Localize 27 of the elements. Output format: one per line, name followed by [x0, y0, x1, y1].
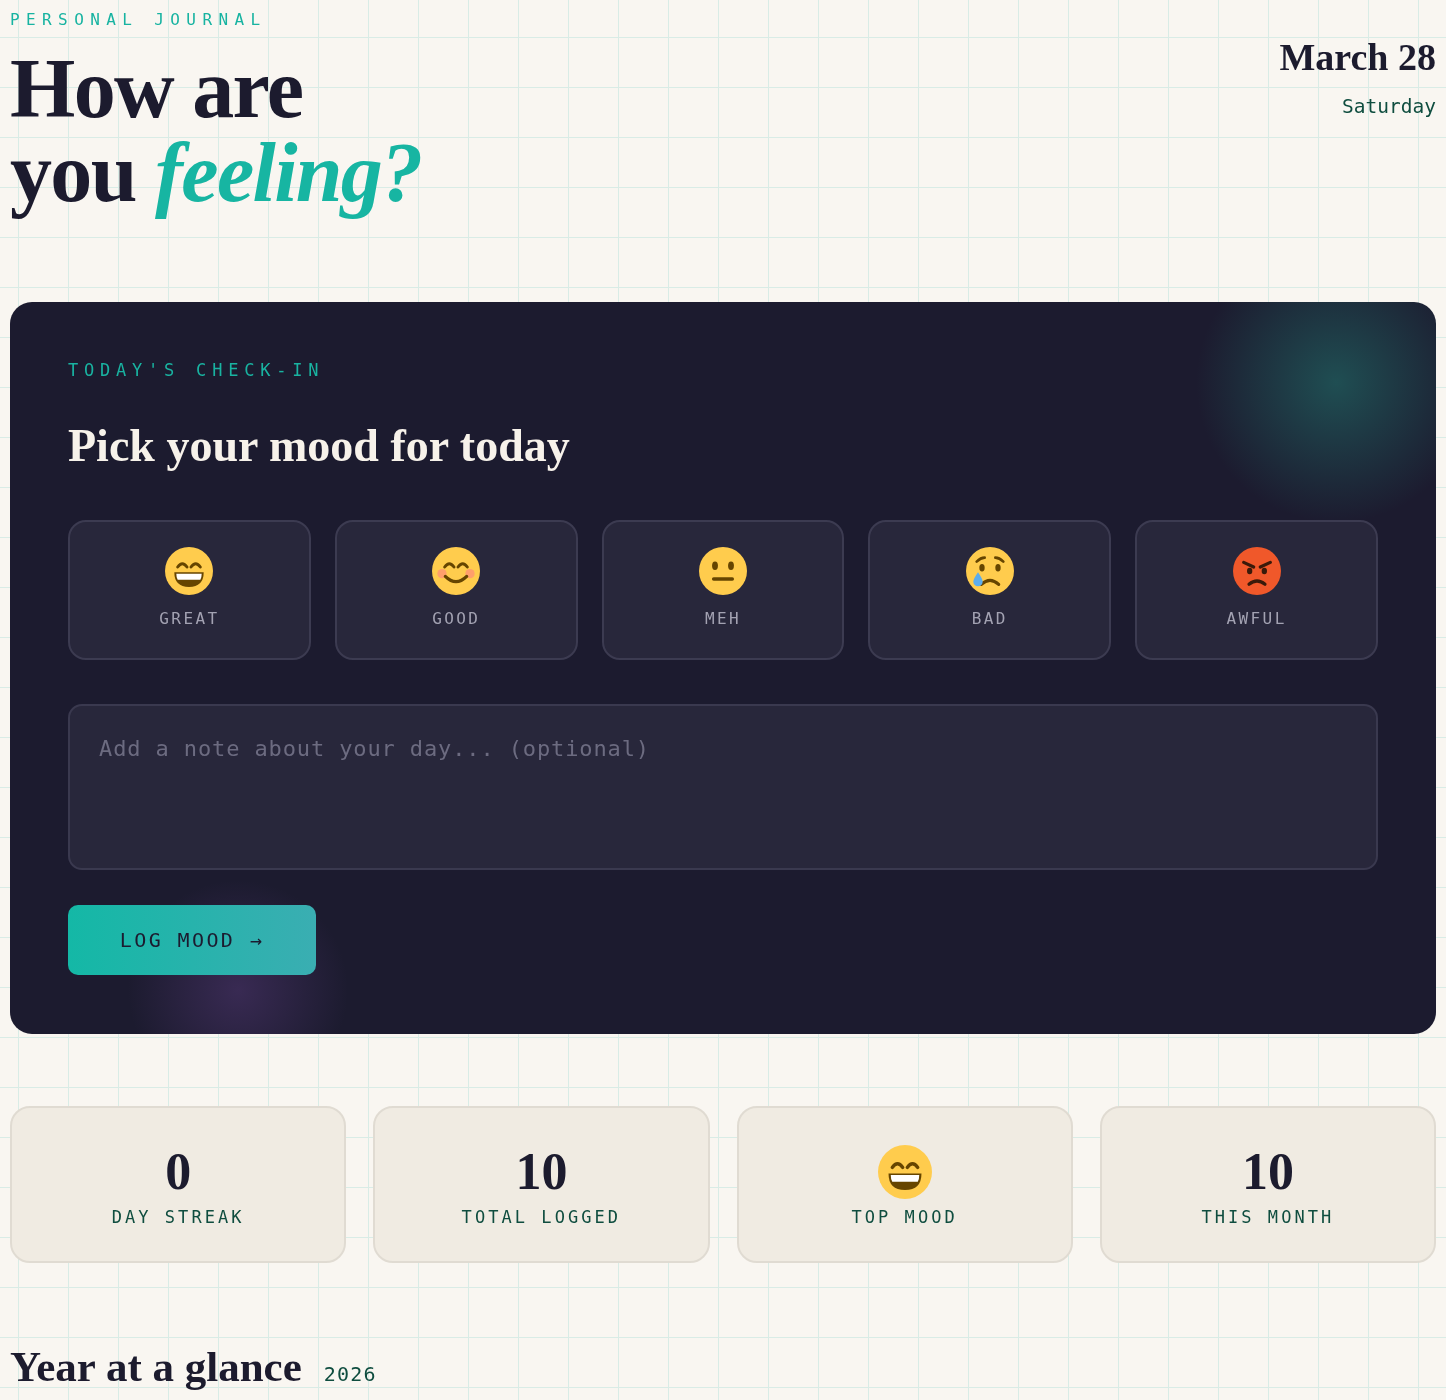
stat-label: TOTAL LOGGED: [461, 1206, 622, 1228]
stat-label: DAY STREAK: [111, 1206, 245, 1228]
smiling-face-icon: [432, 547, 481, 595]
stat-value: 10: [1241, 1142, 1294, 1202]
mood-button[interactable]: GREAT: [68, 520, 311, 660]
note-field[interactable]: Add a note about your day... (optional): [68, 704, 1378, 870]
log-mood-button[interactable]: LOG MOOD →: [68, 905, 316, 975]
crying-face-icon: [965, 547, 1014, 595]
year-heading: Year at a glance: [10, 1342, 302, 1392]
weekday-label: Saturday: [1342, 95, 1436, 119]
grinning-face-icon: [165, 547, 214, 595]
mood-button[interactable]: BAD: [868, 520, 1112, 660]
stat-value: 0: [165, 1142, 192, 1202]
checkin-eyebrow: TODAY'S CHECK-IN: [68, 359, 326, 382]
stat-value: 10: [515, 1142, 568, 1202]
grinning-face-icon: [877, 1145, 932, 1199]
date-heading: March 28: [1279, 35, 1436, 79]
mood-button[interactable]: GOOD: [334, 520, 578, 660]
year-label: 2026: [323, 1362, 377, 1386]
stat-label: THIS MONTH: [1201, 1206, 1335, 1228]
checkin-title: Pick your mood for today: [68, 419, 571, 473]
neutral-face-icon: [699, 547, 747, 595]
mood-button[interactable]: AWFUL: [1135, 520, 1378, 660]
mood-button[interactable]: MEH: [601, 520, 845, 660]
stat-label: TOP MOOD: [851, 1206, 958, 1228]
journal-eyebrow: PERSONAL JOURNAL: [10, 10, 267, 30]
angry-face-icon: [1232, 547, 1281, 595]
